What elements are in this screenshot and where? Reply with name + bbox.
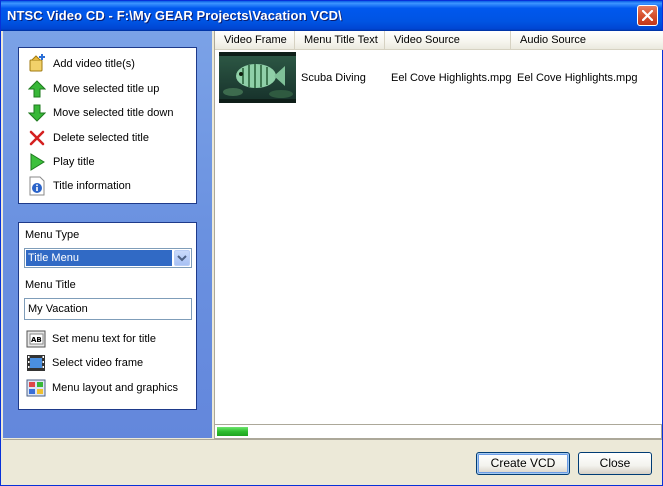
task-label: Delete selected title: [53, 132, 149, 144]
task-move-title-up[interactable]: Move selected title up: [27, 79, 195, 99]
list-header: Video Frame Menu Title Text Video Source…: [215, 31, 663, 50]
menu-type-label: Menu Type: [25, 229, 80, 241]
column-video-frame[interactable]: Video Frame: [215, 31, 295, 50]
menu-type-select[interactable]: Title Menu: [24, 248, 192, 268]
create-vcd-button[interactable]: Create VCD: [476, 452, 570, 475]
arrow-up-icon: [27, 79, 47, 99]
title-bar[interactable]: NTSC Video CD - F:\My GEAR Projects\Vaca…: [1, 1, 662, 31]
menu-type-value: Title Menu: [26, 250, 172, 266]
cell-menu-title: Scuba Diving: [301, 72, 366, 84]
task-move-title-down[interactable]: Move selected title down: [27, 103, 195, 123]
window-title: NTSC Video CD - F:\My GEAR Projects\Vaca…: [7, 8, 342, 23]
task-delete-title[interactable]: Delete selected title: [27, 128, 195, 148]
menu-title-input[interactable]: My Vacation: [24, 298, 192, 320]
layout-graphics-icon: [26, 378, 46, 398]
action-label: Set menu text for title: [52, 333, 156, 345]
close-button[interactable]: Close: [578, 452, 652, 475]
chevron-down-icon[interactable]: [174, 250, 190, 266]
task-pane: Add video title(s) Move selected title u…: [3, 31, 212, 438]
title-tasks-panel: Add video title(s) Move selected title u…: [18, 47, 197, 204]
task-play-title[interactable]: Play title: [27, 152, 195, 172]
add-video-icon: [27, 54, 47, 74]
menu-title-label: Menu Title: [25, 279, 76, 291]
cell-audio-source: Eel Cove Highlights.mpg: [517, 72, 638, 84]
arrow-down-icon: [27, 103, 47, 123]
svg-text:AB: AB: [31, 336, 42, 344]
task-label: Add video title(s): [53, 58, 135, 70]
divider: [3, 439, 662, 440]
menu-settings-panel: Menu Type Title Menu Menu Title My Vacat…: [18, 222, 197, 410]
task-add-video-titles[interactable]: Add video title(s): [27, 54, 195, 74]
table-row[interactable]: Scuba Diving Eel Cove Highlights.mpg Eel…: [215, 51, 663, 105]
delete-x-icon: [27, 128, 47, 148]
close-icon: [642, 10, 653, 21]
action-select-video-frame[interactable]: Select video frame: [26, 353, 194, 373]
menu-text-icon: AB: [26, 329, 46, 349]
progress-bar: [214, 424, 662, 439]
task-label: Move selected title down: [53, 107, 174, 119]
vcd-window: NTSC Video CD - F:\My GEAR Projects\Vaca…: [0, 0, 663, 486]
play-icon: [27, 152, 47, 172]
column-menu-title-text[interactable]: Menu Title Text: [295, 31, 385, 50]
film-frame-icon: [26, 353, 46, 373]
column-audio-source[interactable]: Audio Source: [511, 31, 663, 50]
action-label: Select video frame: [52, 357, 144, 369]
task-label: Title information: [53, 180, 131, 192]
cell-video-source: Eel Cove Highlights.mpg: [391, 72, 512, 84]
task-label: Move selected title up: [53, 83, 160, 95]
info-icon: [27, 176, 47, 196]
action-label: Menu layout and graphics: [52, 382, 178, 394]
video-frame-thumbnail: [219, 52, 296, 103]
action-menu-layout-graphics[interactable]: Menu layout and graphics: [26, 378, 194, 398]
window-close-button[interactable]: [637, 5, 658, 26]
column-video-source[interactable]: Video Source: [385, 31, 511, 50]
task-label: Play title: [53, 156, 95, 168]
progress-fill: [217, 427, 248, 436]
action-set-menu-text[interactable]: AB Set menu text for title: [26, 329, 194, 349]
titles-list[interactable]: Video Frame Menu Title Text Video Source…: [214, 31, 663, 424]
task-title-information[interactable]: Title information: [27, 176, 195, 196]
